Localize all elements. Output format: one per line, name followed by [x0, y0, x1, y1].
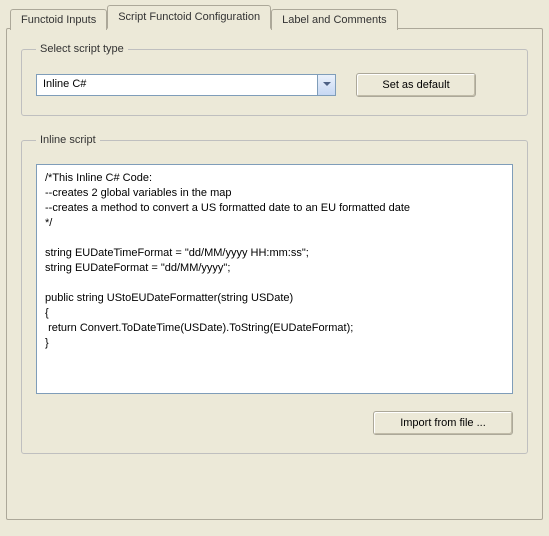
chevron-down-icon — [323, 79, 331, 91]
dialog-window: Functoid Inputs Script Functoid Configur… — [0, 0, 549, 536]
script-type-value: Inline C# — [37, 75, 317, 95]
button-label: Set as default — [382, 79, 449, 91]
tab-label-and-comments[interactable]: Label and Comments — [271, 9, 398, 30]
tab-label: Functoid Inputs — [21, 14, 96, 26]
button-label: Import from file ... — [400, 417, 486, 429]
script-type-row: Inline C# Set as default — [36, 73, 513, 97]
inline-script-textarea[interactable] — [36, 164, 513, 394]
import-from-file-button[interactable]: Import from file ... — [373, 411, 513, 435]
select-script-type-group: Select script type Inline C# Set as defa… — [21, 43, 528, 116]
set-as-default-button[interactable]: Set as default — [356, 73, 476, 97]
group-legend: Select script type — [36, 43, 128, 55]
tab-label: Script Functoid Configuration — [118, 11, 260, 23]
tab-functoid-inputs[interactable]: Functoid Inputs — [10, 9, 107, 30]
dropdown-button[interactable] — [317, 75, 335, 95]
tab-label: Label and Comments — [282, 14, 387, 26]
tab-script-functoid-config[interactable]: Script Functoid Configuration — [107, 5, 271, 29]
import-row: Import from file ... — [36, 411, 513, 435]
tab-page: Select script type Inline C# Set as defa… — [6, 28, 543, 520]
tabstrip: Functoid Inputs Script Functoid Configur… — [10, 4, 543, 28]
group-legend: Inline script — [36, 134, 100, 146]
inline-script-group: Inline script Import from file ... — [21, 134, 528, 454]
script-type-combo[interactable]: Inline C# — [36, 74, 336, 96]
